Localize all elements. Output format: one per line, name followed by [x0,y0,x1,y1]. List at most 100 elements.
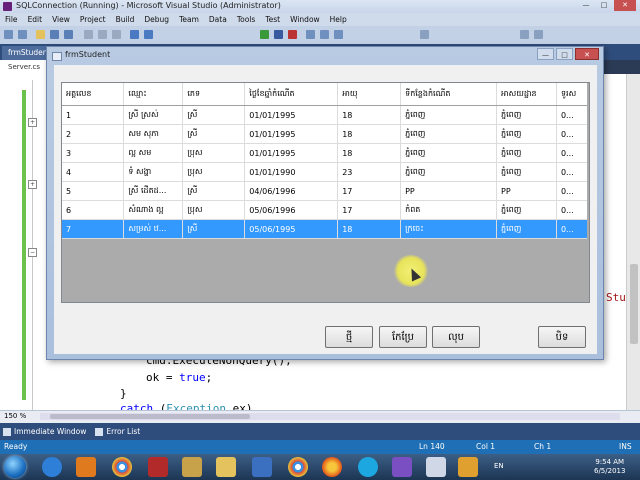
column-header-id[interactable]: អត្តលេខ [62,83,125,106]
chrome-icon[interactable] [288,457,308,477]
continue-icon[interactable] [260,30,269,39]
menu-debug[interactable]: Debug [139,15,174,24]
cell-address[interactable]: ភ្នំពេញ [496,124,557,144]
cell-birthdate[interactable]: 01/01/1990 [244,162,339,182]
cell-phone[interactable]: 0... [556,124,589,144]
cell-age[interactable]: 17 [337,200,402,220]
close-button[interactable]: ✕ [614,0,636,11]
menu-help[interactable]: Help [325,15,352,24]
maximize-button[interactable]: □ [596,0,612,11]
media-player-icon[interactable] [76,457,96,477]
cut-icon[interactable] [84,30,93,39]
dictionary-icon[interactable] [182,457,202,477]
table-row[interactable]: 4 ទំ សង្ហា ប្រុស 01/01/1990 23 ភ្នំពេញ ភ្នំពេញ… [62,162,589,182]
cell-phone[interactable]: 0... [556,162,589,182]
visual-studio-icon[interactable] [392,457,412,477]
students-data-grid[interactable]: អត្តលេខ ឈ្មោះ ភេទ ថ្ងៃខែឆ្នាំកំណើត អាយុ … [61,82,590,303]
cell-gender[interactable]: ស្រី [182,219,246,239]
cell-id[interactable]: 2 [62,124,125,144]
undo-icon[interactable] [130,30,139,39]
table-row[interactable]: 7 សម្រស់ ឋ... ស្រី 05/06/1995 18 ក្រចេះ ភ្នំពេ… [62,219,589,239]
close-form-button[interactable]: បិទ [538,326,586,348]
column-header-gender[interactable]: ភេទ [182,83,246,106]
cell-address[interactable]: ភ្នំពេញ [496,200,557,220]
minimize-button[interactable]: — [578,0,594,11]
collapse-icon[interactable]: − [28,248,37,257]
cell-address[interactable]: ភ្នំពេញ [496,143,557,163]
menu-tools[interactable]: Tools [232,15,260,24]
back-icon[interactable] [4,30,13,39]
cell-birthdate[interactable]: 01/01/1995 [244,105,339,125]
cell-id[interactable]: 6 [62,200,125,220]
column-header-phone[interactable]: ទូរស [556,83,589,106]
app-grid-icon[interactable] [458,457,478,477]
cell-age[interactable]: 18 [337,105,402,125]
expand-icon[interactable]: + [28,180,37,189]
cell-gender[interactable]: ស្រី [182,105,246,125]
app-l-icon[interactable] [252,457,272,477]
edit-button[interactable]: កែប្រែ [379,326,427,348]
cell-name[interactable]: សំណាង ល្អ [123,200,184,220]
form-close-button[interactable]: ✕ [575,48,599,60]
tab-immediate-window[interactable]: Immediate Window [0,427,92,436]
menu-file[interactable]: File [0,15,23,24]
cell-birthdate[interactable]: 04/06/1996 [244,181,339,201]
cell-address[interactable]: ភ្នំពេញ [496,105,557,125]
cell-id[interactable]: 5 [62,181,125,201]
cell-age[interactable]: 18 [337,124,402,144]
cell-name[interactable]: សម្រស់ ឋ... [123,219,184,239]
table-row[interactable]: 2 សម សុភា ស្រី 01/01/1995 18 ភ្នំពេញ ភ្នំពេញ 0.… [62,124,589,144]
table-row[interactable]: 1 ស្រី ស្រស់ ស្រី 01/01/1995 18 ភ្នំពេញ ភ្នំពេ… [62,105,589,125]
editor-horizontal-scrollbar[interactable] [40,413,620,420]
delete-button[interactable]: លុប [432,326,480,348]
cell-address[interactable]: PP [496,181,557,201]
app-icon[interactable] [148,457,168,477]
cell-birthplace[interactable]: PP [400,181,497,201]
cell-age[interactable]: 18 [337,219,402,239]
cell-id[interactable]: 1 [62,105,125,125]
cell-phone[interactable]: 0... [556,219,589,239]
cell-birthplace[interactable]: ក្រចេះ [400,219,497,239]
stop-icon[interactable] [288,30,297,39]
cell-birthdate[interactable]: 05/06/1995 [244,219,339,239]
cell-age[interactable]: 18 [337,143,402,163]
cell-name[interactable]: ស្រី ស្រស់ [123,105,184,125]
firefox-icon[interactable] [322,457,342,477]
editor-vertical-scrollbar[interactable] [626,74,640,410]
cell-id[interactable]: 7 [62,219,125,239]
cell-gender[interactable]: ស្រី [182,181,246,201]
paste-icon[interactable] [112,30,121,39]
cell-name[interactable]: សម សុភា [123,124,184,144]
window-icon[interactable] [426,457,446,477]
cell-birthplace[interactable]: ភ្នំពេញ [400,124,497,144]
cell-birthdate[interactable]: 05/06/1996 [244,200,339,220]
copy-icon[interactable] [98,30,107,39]
cell-phone[interactable]: 0... [556,105,589,125]
skype-icon[interactable] [358,457,378,477]
start-button[interactable] [4,456,26,478]
table-row[interactable]: 5 ស្រី ដើតដ... ស្រី 04/06/1996 17 PP PP 0... [62,181,589,201]
system-clock[interactable]: 9:54 AM 6/5/2013 [594,458,625,476]
cell-name[interactable]: ទំ សង្ហា [123,162,184,182]
language-indicator[interactable]: EN [494,462,504,470]
menu-view[interactable]: View [47,15,75,24]
folder-icon[interactable] [216,457,236,477]
menu-data[interactable]: Data [204,15,232,24]
internet-explorer-icon[interactable] [42,457,62,477]
column-header-birthdate[interactable]: ថ្ងៃខែឆ្នាំកំណើត [244,83,339,106]
column-header-age[interactable]: អាយុ [337,83,402,106]
step-over-icon[interactable] [320,30,329,39]
form-minimize-button[interactable]: — [537,48,554,60]
cell-phone[interactable]: 0... [556,181,589,201]
tab-server-cs[interactable]: Server.cs [0,60,52,74]
menu-window[interactable]: Window [285,15,325,24]
new-button[interactable]: ថ្មី [325,326,373,348]
cell-gender[interactable]: ប្រុស [182,162,246,182]
menu-build[interactable]: Build [111,15,140,24]
open-icon[interactable] [36,30,45,39]
pause-icon[interactable] [274,30,283,39]
step-out-icon[interactable] [334,30,343,39]
cell-birthplace[interactable]: ភ្នំពេញ [400,143,497,163]
redo-icon[interactable] [144,30,153,39]
cell-gender[interactable]: ស្រី [182,124,246,144]
